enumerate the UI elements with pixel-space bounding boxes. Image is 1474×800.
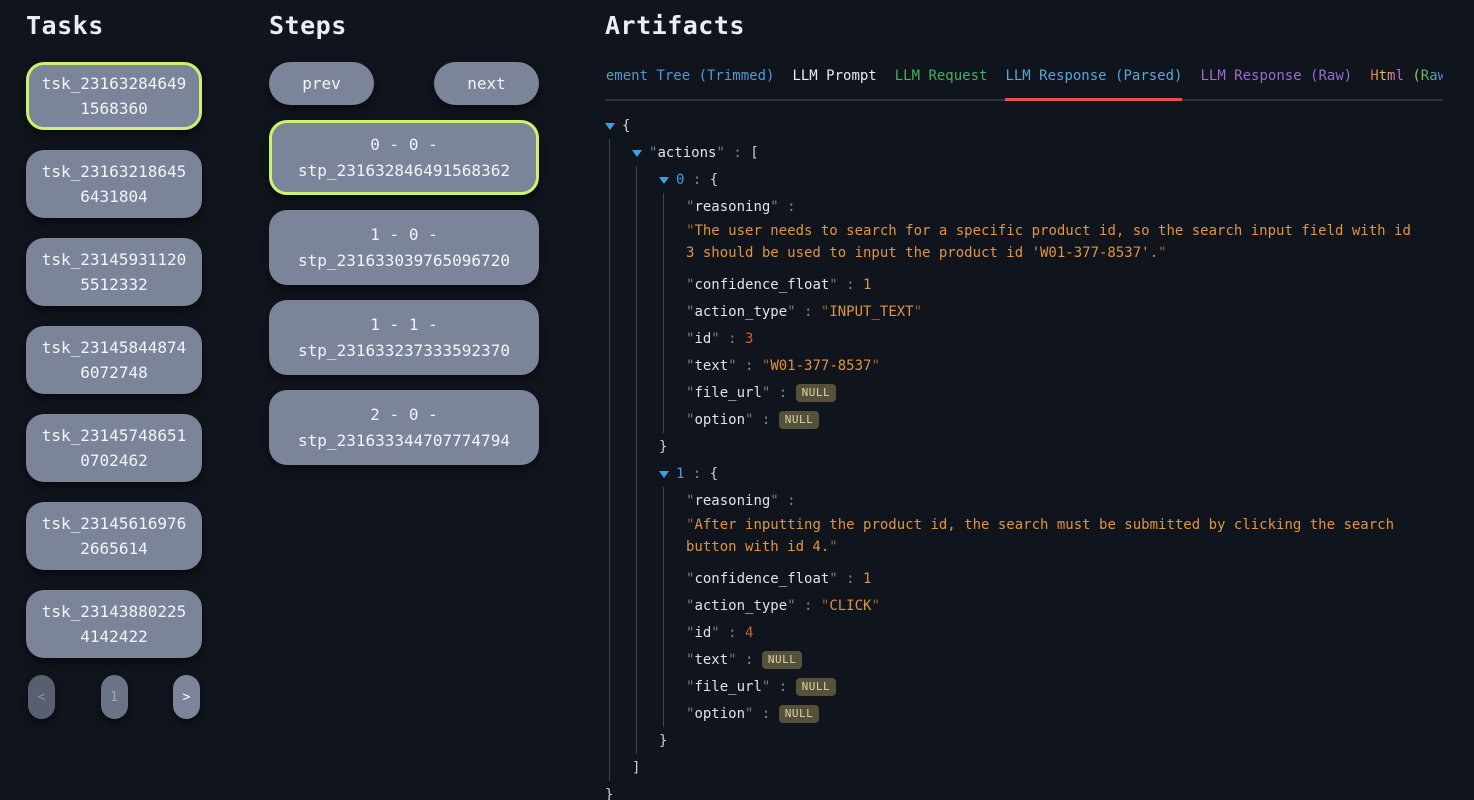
json-row: "confidence_float" : 1 xyxy=(686,565,1454,592)
tab-bar: Element Tree (Trimmed) LLM Prompt LLM Requ… xyxy=(605,68,1443,101)
json-viewer: {"actions" : [0 : {"reasoning" : "The us… xyxy=(605,112,1454,800)
artifacts-title: Artifacts xyxy=(605,10,1454,42)
steps-panel: Steps prev next 0 - 0 - stp_231632846491… xyxy=(269,10,539,465)
json-row: "actions" : [ xyxy=(632,139,1454,166)
json-row: "text" : "W01-377-8537" xyxy=(686,352,1454,379)
task-item[interactable]: tsk_231632186456431804 xyxy=(26,150,202,218)
null-badge: NULL xyxy=(796,384,837,402)
tab-llm-response-raw[interactable]: LLM Response (Raw) xyxy=(1200,68,1352,101)
step-item[interactable]: 0 - 0 - stp_231632846491568362 xyxy=(269,120,539,195)
json-row: "file_url" : NULL xyxy=(686,673,1454,700)
json-row: } xyxy=(659,433,1454,460)
null-badge: NULL xyxy=(779,411,820,429)
task-item[interactable]: tsk_231457486510702462 xyxy=(26,414,202,482)
json-row: ] xyxy=(632,754,1454,781)
json-row: "option" : NULL xyxy=(686,700,1454,727)
task-item[interactable]: tsk_231632846491568360 xyxy=(26,62,202,130)
json-row: 0 : { xyxy=(659,166,1454,193)
steps-title: Steps xyxy=(269,10,539,42)
task-item[interactable]: tsk_231459311205512332 xyxy=(26,238,202,306)
step-item[interactable]: 1 - 1 - stp_231633237333592370 xyxy=(269,300,539,375)
pagination-page-button[interactable]: 1 xyxy=(101,675,128,719)
tasks-pagination: < 1 > xyxy=(26,675,202,719)
step-item[interactable]: 2 - 0 - stp_231633344707774794 xyxy=(269,390,539,465)
tab-llm-response-parsed[interactable]: LLM Response (Parsed) xyxy=(1005,68,1182,101)
collapse-arrow-icon[interactable] xyxy=(605,123,615,130)
json-row: "action_type" : "INPUT_TEXT" xyxy=(686,298,1454,325)
tab-element-tree-trimmed[interactable]: Element Tree (Trimmed) xyxy=(605,68,774,101)
collapse-arrow-icon[interactable] xyxy=(659,177,669,184)
json-row: "id" : 4 xyxy=(686,619,1454,646)
collapse-arrow-icon[interactable] xyxy=(632,150,642,157)
tasks-panel: Tasks tsk_231632846491568360 tsk_23163218… xyxy=(26,10,202,719)
null-badge: NULL xyxy=(796,678,837,696)
tasks-title: Tasks xyxy=(26,10,202,42)
task-list: tsk_231632846491568360 tsk_23163218645643… xyxy=(26,62,202,658)
tab-llm-prompt[interactable]: LLM Prompt xyxy=(792,68,876,101)
pagination-prev-button[interactable]: < xyxy=(28,675,55,719)
json-row: { xyxy=(605,112,1454,139)
tab-llm-request[interactable]: LLM Request xyxy=(895,68,988,101)
artifacts-panel: Artifacts Element Tree (Trimmed)LLM Prom… xyxy=(605,10,1454,62)
tab-html-raw[interactable]: Html (Raw) xyxy=(1370,68,1443,101)
json-row: } xyxy=(605,781,1454,800)
json-row: "text" : NULL xyxy=(686,646,1454,673)
json-row: "option" : NULL xyxy=(686,406,1454,433)
task-item[interactable]: tsk_231438802254142422 xyxy=(26,590,202,658)
step-controls: prev next xyxy=(269,62,539,105)
prev-button[interactable]: prev xyxy=(269,62,374,105)
task-item[interactable]: tsk_231456169762665614 xyxy=(26,502,202,570)
json-row: "file_url" : NULL xyxy=(686,379,1454,406)
json-row: "confidence_float" : 1 xyxy=(686,271,1454,298)
null-badge: NULL xyxy=(762,651,803,669)
json-row: "reasoning" : xyxy=(686,193,1454,220)
task-item[interactable]: tsk_231458448746072748 xyxy=(26,326,202,394)
collapse-arrow-icon[interactable] xyxy=(659,471,669,478)
null-badge: NULL xyxy=(779,705,820,723)
json-row: "reasoning" : xyxy=(686,487,1454,514)
step-item[interactable]: 1 - 0 - stp_231633039765096720 xyxy=(269,210,539,285)
json-row: } xyxy=(659,727,1454,754)
step-list: 0 - 0 - stp_231632846491568362 1 - 0 - st… xyxy=(269,120,539,465)
pagination-next-button[interactable]: > xyxy=(173,675,200,719)
json-row: 1 : { xyxy=(659,460,1454,487)
json-row: "action_type" : "CLICK" xyxy=(686,592,1454,619)
next-button[interactable]: next xyxy=(434,62,539,105)
json-row: "id" : 3 xyxy=(686,325,1454,352)
